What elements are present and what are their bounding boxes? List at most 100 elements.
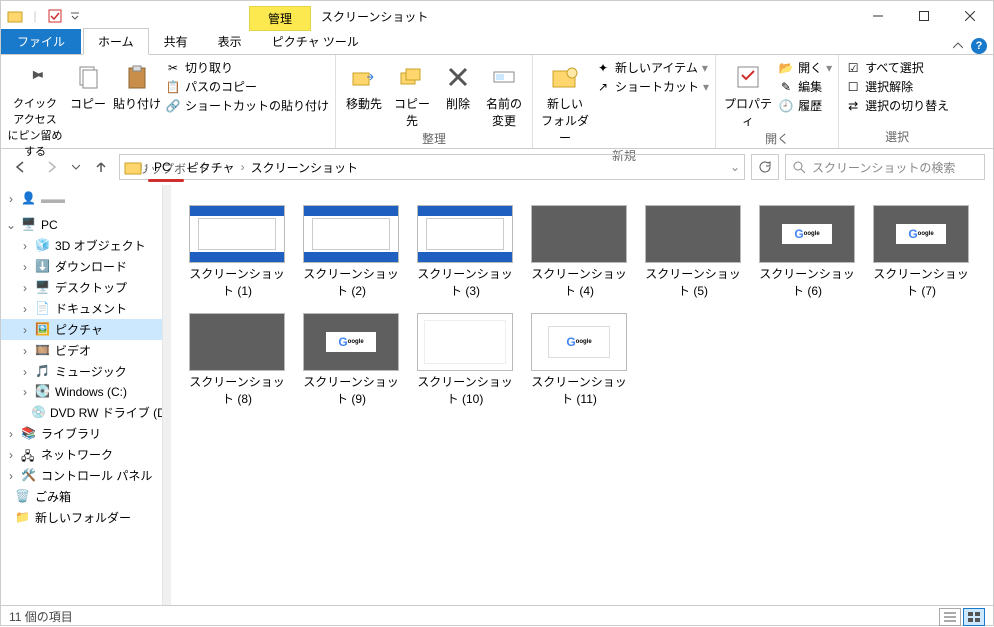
edit-button[interactable]: ✎編集	[778, 78, 832, 95]
back-button[interactable]	[9, 155, 33, 179]
chevron-right-icon[interactable]: ›	[144, 160, 148, 174]
new-item-button[interactable]: ✦新しいアイテム▾	[595, 59, 709, 76]
recycle-icon: 🗑️	[15, 489, 31, 505]
thumbnail: Google	[303, 313, 399, 371]
invert-selection-button[interactable]: ⇄選択の切り替え	[845, 97, 949, 114]
pin-to-quick-access-button[interactable]: クイック アクセス にピン留めする	[7, 57, 63, 159]
qat-dropdown-icon[interactable]	[67, 8, 83, 24]
copy-to-button[interactable]: コピー先	[390, 57, 434, 129]
shortcut-icon: 🔗	[165, 98, 181, 114]
forward-button[interactable]	[39, 155, 63, 179]
move-icon	[348, 61, 380, 93]
status-text: 11 個の項目	[9, 608, 73, 625]
paste-shortcut-button[interactable]: 🔗ショートカットの貼り付け	[165, 97, 329, 114]
ribbon-group-organize: 移動先 コピー先 削除 名前の 変更 整理	[336, 55, 533, 148]
open-button[interactable]: 📂開く▾	[778, 59, 832, 76]
refresh-button[interactable]	[751, 154, 779, 180]
recent-button[interactable]	[69, 155, 83, 179]
checkbox-icon[interactable]	[47, 8, 63, 24]
file-item[interactable]: スクリーンショット (2)	[301, 205, 401, 299]
copy-button[interactable]: コピー	[67, 57, 109, 112]
file-item[interactable]: スクリーンショット (4)	[529, 205, 629, 299]
select-all-button[interactable]: ☑すべて選択	[845, 59, 949, 76]
tree-item-pictures[interactable]: ›🖼️ピクチャ	[1, 319, 162, 340]
chevron-right-icon[interactable]: ›	[177, 160, 181, 174]
file-label: スクリーンショット (9)	[301, 373, 401, 407]
maximize-button[interactable]	[901, 1, 947, 31]
tree-item-quick-access[interactable]: ›👤▬▬	[1, 189, 162, 209]
delete-button[interactable]: 削除	[438, 57, 478, 112]
tree-item-control-panel[interactable]: ›🛠️コントロール パネル	[1, 465, 162, 486]
properties-icon	[732, 61, 764, 93]
network-icon: 🖧	[21, 447, 37, 463]
tab-home[interactable]: ホーム	[83, 28, 149, 55]
status-bar: 11 個の項目	[1, 605, 993, 627]
address-bar[interactable]: › PC › ピクチャ › スクリーンショット ⌄	[119, 154, 745, 180]
up-button[interactable]	[89, 155, 113, 179]
collapse-ribbon-icon[interactable]	[953, 41, 963, 51]
tree-item-dvd[interactable]: 💿DVD RW ドライブ (D	[1, 402, 162, 423]
rename-button[interactable]: 名前の 変更	[482, 57, 526, 129]
select-none-button[interactable]: ☐選択解除	[845, 78, 949, 95]
tree-item-documents[interactable]: ›📄ドキュメント	[1, 298, 162, 319]
tree-item-pc[interactable]: ⌄🖥️PC	[1, 215, 162, 235]
breadcrumb-pictures[interactable]: ピクチャ	[183, 157, 239, 178]
copy-path-button[interactable]: 📋パスのコピー	[165, 78, 329, 95]
tree-item-downloads[interactable]: ›⬇️ダウンロード	[1, 256, 162, 277]
tree-scrollbar[interactable]	[163, 185, 171, 605]
breadcrumb-screenshots[interactable]: スクリーンショット	[247, 157, 362, 178]
folder-icon	[124, 158, 142, 176]
tree-item-recycle[interactable]: 🗑️ごみ箱	[1, 486, 162, 507]
search-input[interactable]: スクリーンショットの検索	[785, 154, 985, 180]
file-item[interactable]: Googleスクリーンショット (9)	[301, 313, 401, 407]
thumbnails-view-button[interactable]	[963, 608, 985, 626]
divider-icon: |	[27, 8, 43, 24]
breadcrumb-pc[interactable]: PC	[150, 158, 175, 176]
move-to-button[interactable]: 移動先	[342, 57, 386, 112]
folder-icon: 📁	[15, 510, 31, 526]
tree-item-newfolder[interactable]: 📁新しいフォルダー	[1, 507, 162, 528]
thumbnail: Google	[531, 313, 627, 371]
newitem-icon: ✦	[595, 60, 611, 76]
tab-share[interactable]: 共有	[149, 28, 203, 54]
properties-button[interactable]: プロパティ	[722, 57, 774, 129]
file-item[interactable]: スクリーンショット (10)	[415, 313, 515, 407]
chevron-right-icon[interactable]: ›	[241, 160, 245, 174]
window-controls	[855, 1, 993, 31]
tab-file[interactable]: ファイル	[1, 29, 81, 54]
pc-icon: 🖥️	[21, 217, 37, 233]
help-icon[interactable]: ?	[971, 38, 987, 54]
thumbnail	[303, 205, 399, 263]
details-view-button[interactable]	[939, 608, 961, 626]
tree-item-network[interactable]: ›🖧ネットワーク	[1, 444, 162, 465]
tree-item-cdrive[interactable]: ›💽Windows (C:)	[1, 382, 162, 402]
thumbnail	[417, 205, 513, 263]
file-item[interactable]: スクリーンショット (5)	[643, 205, 743, 299]
paste-button[interactable]: 貼り付け	[113, 57, 161, 112]
tab-view[interactable]: 表示	[203, 28, 257, 54]
history-icon: 🕘	[778, 98, 794, 114]
tab-picture-tools[interactable]: ピクチャ ツール	[261, 28, 370, 54]
thumbnail	[417, 313, 513, 371]
tree-item-music[interactable]: ›🎵ミュージック	[1, 361, 162, 382]
file-item[interactable]: Googleスクリーンショット (11)	[529, 313, 629, 407]
history-button[interactable]: 🕘履歴	[778, 97, 832, 114]
cut-button[interactable]: ✂切り取り	[165, 59, 329, 76]
address-dropdown-icon[interactable]: ⌄	[730, 160, 740, 174]
file-item[interactable]: Googleスクリーンショット (6)	[757, 205, 857, 299]
new-shortcut-button[interactable]: ↗ショートカット▾	[595, 78, 709, 95]
file-item[interactable]: スクリーンショット (1)	[187, 205, 287, 299]
tree-item-videos[interactable]: ›🎞️ビデオ	[1, 340, 162, 361]
file-item[interactable]: スクリーンショット (3)	[415, 205, 515, 299]
tree-item-3d[interactable]: ›🧊3D オブジェクト	[1, 235, 162, 256]
file-item[interactable]: Googleスクリーンショット (7)	[871, 205, 971, 299]
tree-item-libraries[interactable]: ›📚ライブラリ	[1, 423, 162, 444]
tree-item-desktop[interactable]: ›🖥️デスクトップ	[1, 277, 162, 298]
new-folder-button[interactable]: 新しい フォルダー	[539, 57, 591, 146]
minimize-button[interactable]	[855, 1, 901, 31]
file-item[interactable]: スクリーンショット (8)	[187, 313, 287, 407]
close-button[interactable]	[947, 1, 993, 31]
ribbon-group-new: 新しい フォルダー ✦新しいアイテム▾ ↗ショートカット▾ 新規	[533, 55, 716, 148]
selectnone-icon: ☐	[845, 79, 861, 95]
rename-icon	[488, 61, 520, 93]
